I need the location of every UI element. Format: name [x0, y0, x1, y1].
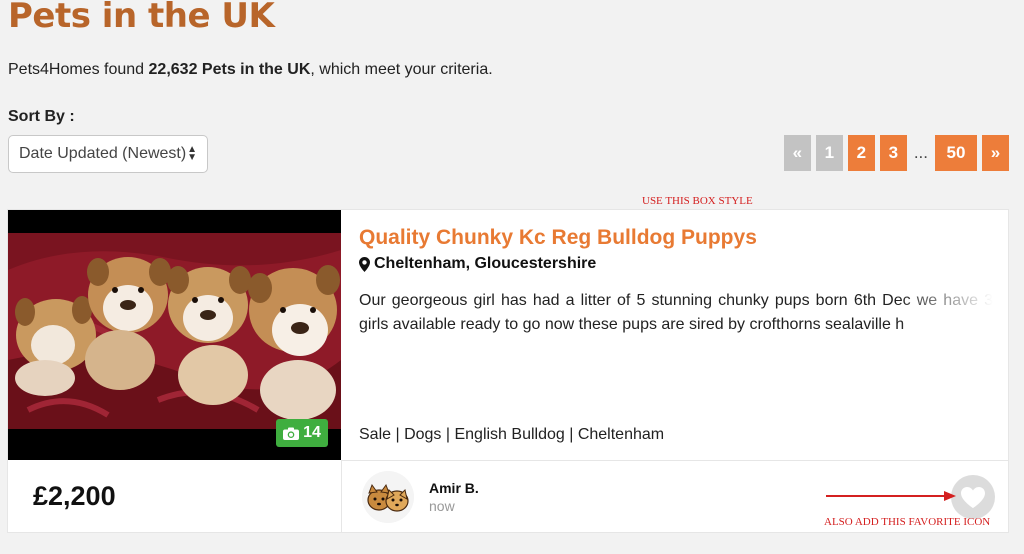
pagination-page-last[interactable]: 50: [935, 135, 977, 171]
listing-description: Our georgeous girl has had a litter of 5…: [359, 292, 993, 333]
results-suffix: , which meet your criteria.: [310, 61, 493, 78]
pagination-first-button[interactable]: «: [783, 135, 811, 171]
pets4homes-avatar-icon: [362, 471, 414, 523]
pagination-page-2[interactable]: 2: [847, 135, 875, 171]
listing-price: £2,200: [33, 480, 116, 511]
annotation-favorite: ALSO ADD THIS FAVORITE ICON: [824, 516, 991, 528]
seller-name[interactable]: Amir B.: [429, 480, 479, 496]
posted-time: now: [429, 498, 455, 514]
listing-tags: Sale | Dogs | English Bulldog | Cheltenh…: [359, 426, 665, 443]
sort-label: Sort By :: [8, 108, 75, 125]
page-title: Pets in the UK: [8, 0, 275, 36]
pagination-page-1[interactable]: 1: [815, 135, 843, 171]
select-arrows-icon: ▲ ▼: [187, 144, 197, 163]
map-marker-icon: [359, 256, 370, 272]
results-count: 22,632 Pets in the UK: [148, 61, 311, 78]
results-prefix: Pets4Homes found: [8, 61, 149, 78]
pagination-ellipsis: ...: [913, 143, 928, 162]
favorite-button[interactable]: [951, 475, 995, 519]
sort-select[interactable]: Date Updated (Newest) ▲ ▼: [8, 135, 208, 173]
avatar[interactable]: [362, 471, 414, 523]
annotation-box-style: USE THIS BOX STYLE: [642, 195, 753, 207]
heart-icon: [961, 486, 985, 508]
pagination-page-3[interactable]: 3: [879, 135, 907, 171]
annotation-arrow-icon: [826, 491, 956, 501]
listing-card[interactable]: 14 Quality Chunky Kc Reg Bulldog Puppys …: [8, 210, 1008, 532]
pagination-next-button[interactable]: »: [982, 135, 1009, 171]
listing-title[interactable]: Quality Chunky Kc Reg Bulldog Puppys: [359, 226, 757, 250]
location-text: Cheltenham, Gloucestershire: [374, 255, 597, 272]
photo-count-badge[interactable]: 14: [276, 419, 328, 447]
listing-photo[interactable]: 14: [8, 210, 341, 460]
sort-selected-value: Date Updated (Newest): [19, 145, 187, 162]
results-summary: Pets4Homes found 22,632 Pets in the UK, …: [8, 61, 493, 79]
pagination: « 1 2 3 ... 50 »: [783, 135, 1009, 171]
listing-location: Cheltenham, Gloucestershire: [359, 255, 596, 273]
camera-icon: [283, 427, 300, 440]
photo-count: 14: [303, 424, 321, 441]
price-cell: £2,200: [8, 460, 342, 532]
